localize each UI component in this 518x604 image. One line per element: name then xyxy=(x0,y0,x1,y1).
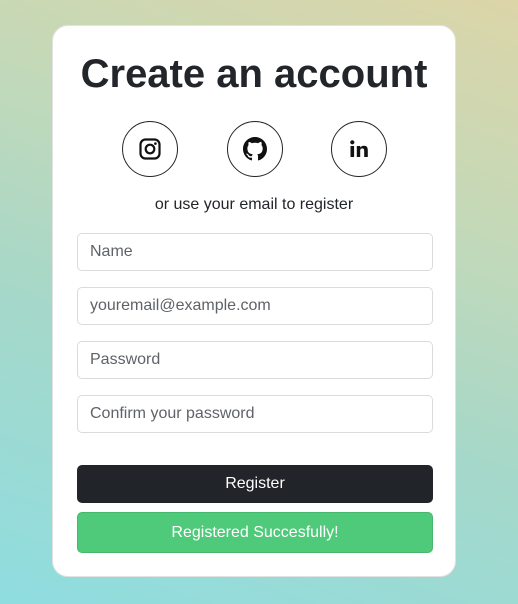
github-button[interactable] xyxy=(227,121,283,177)
register-card: Create an account or use your email to r… xyxy=(52,25,456,577)
name-field[interactable] xyxy=(77,233,433,271)
instagram-icon xyxy=(138,137,162,161)
register-subtitle: or use your email to register xyxy=(154,196,354,213)
page-title: Create an account xyxy=(80,52,428,96)
success-alert: Registered Succesfully! xyxy=(77,512,433,553)
github-icon xyxy=(243,137,267,161)
email-field[interactable] xyxy=(77,287,433,325)
linkedin-icon xyxy=(348,138,370,160)
confirm-password-field[interactable] xyxy=(77,395,433,433)
password-field[interactable] xyxy=(77,341,433,379)
social-login-row xyxy=(53,121,455,179)
instagram-button[interactable] xyxy=(122,121,178,177)
linkedin-button[interactable] xyxy=(331,121,387,177)
register-button[interactable]: Register xyxy=(77,465,433,503)
